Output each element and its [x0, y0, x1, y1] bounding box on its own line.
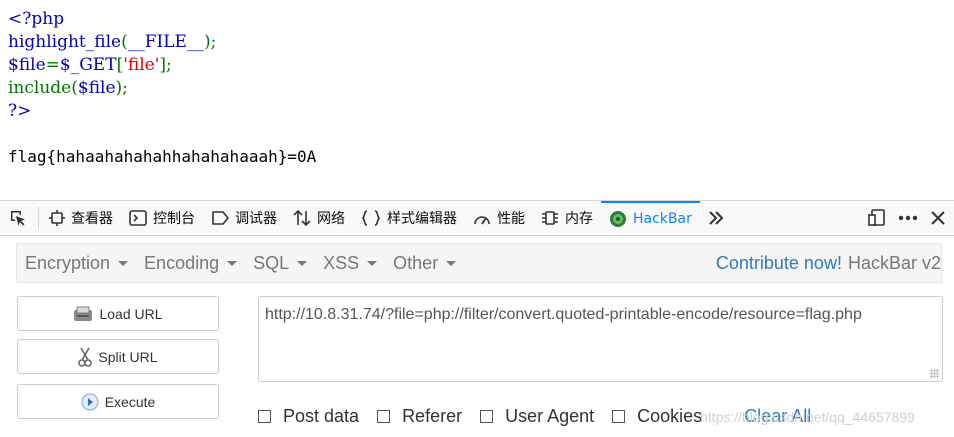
play-icon — [81, 393, 99, 410]
file-key-string: 'file' — [123, 55, 160, 75]
paren: ); — [115, 78, 128, 98]
checkbox-icon — [612, 409, 626, 423]
get-superglobal: $_GET — [59, 55, 117, 75]
option-label: Cookies — [637, 405, 703, 426]
load-url-icon — [74, 306, 93, 321]
file-constant: __FILE__ — [127, 32, 204, 52]
tab-hackbar[interactable]: HackBar — [601, 201, 700, 235]
menu-xss[interactable]: XSS — [315, 244, 385, 282]
option-label: Referer — [402, 405, 463, 426]
post-data-checkbox[interactable]: Post data — [258, 406, 359, 427]
tab-label: 内存 — [565, 211, 593, 227]
performance-icon — [474, 216, 490, 225]
php-source-code: <?php highlight_file(__FILE__); $file=$_… — [8, 8, 216, 123]
menu-other[interactable]: Other — [385, 244, 464, 282]
dock-side-icon[interactable] — [868, 209, 886, 227]
flag-output: flag{hahaahahahahhahahahaaah}=0A — [8, 147, 317, 166]
devtools-window-controls — [868, 201, 954, 235]
button-label: Load URL — [99, 305, 163, 322]
tab-console[interactable]: 控制台 — [121, 201, 203, 235]
caret-down-icon — [297, 260, 308, 266]
tab-style-editor[interactable]: 样式编辑器 — [353, 201, 465, 235]
tab-memory[interactable]: 内存 — [533, 201, 601, 235]
user-agent-checkbox[interactable]: User Agent — [480, 406, 594, 427]
tab-label: 网络 — [317, 211, 345, 227]
button-label: Split URL — [98, 348, 158, 365]
tab-network[interactable]: 网络 — [285, 201, 353, 235]
inspector-icon — [49, 210, 65, 226]
request-options: Post data Referer User Agent Cookies Cle… — [258, 404, 811, 428]
close-icon[interactable] — [930, 210, 946, 226]
tab-debugger[interactable]: 调试器 — [203, 201, 285, 235]
menu-encoding[interactable]: Encoding — [136, 244, 245, 282]
toolbar-divider — [38, 207, 39, 229]
checkbox-icon — [377, 409, 391, 423]
caret-down-icon — [367, 260, 378, 266]
tab-label: 控制台 — [153, 211, 195, 227]
file-variable: $file — [77, 78, 116, 98]
highlight-file-call: highlight_file — [8, 32, 122, 52]
tab-label: 查看器 — [71, 211, 113, 227]
checkbox-icon — [480, 409, 494, 423]
php-open-tag: <?php — [8, 9, 65, 29]
contribute-link[interactable]: Contribute now! — [716, 253, 842, 274]
clear-all-link[interactable]: Clear All — [744, 406, 811, 427]
hackbar-version: HackBar v2 — [847, 252, 941, 273]
url-value: http://10.8.31.74/?file=php://filter/con… — [265, 306, 862, 323]
more-options-icon[interactable] — [898, 215, 918, 221]
tab-performance[interactable]: 性能 — [465, 201, 533, 235]
execute-button[interactable]: Execute — [17, 384, 219, 419]
equals: = — [45, 55, 60, 75]
tab-label: 样式编辑器 — [387, 211, 457, 227]
include-keyword: include — [8, 78, 72, 98]
caret-down-icon — [118, 260, 129, 266]
option-label: Post data — [283, 405, 360, 426]
element-picker-icon — [11, 211, 25, 226]
more-tabs-button[interactable] — [700, 201, 732, 235]
cookies-checkbox[interactable]: Cookies — [612, 406, 702, 427]
network-icon — [293, 210, 311, 226]
menu-label: Encoding — [144, 252, 220, 273]
console-icon — [129, 210, 147, 226]
devtools-toolbar: 查看器 控制台 调试器 网络 样式编辑器 性能 内存 HackBar — [0, 200, 954, 236]
tab-label: HackBar — [633, 211, 692, 227]
caret-down-icon — [446, 260, 457, 266]
element-picker-button[interactable] — [0, 201, 36, 235]
menu-label: XSS — [323, 252, 360, 273]
bracket: ]; — [159, 55, 172, 75]
caret-down-icon — [227, 260, 238, 266]
resize-grip-icon[interactable] — [930, 369, 939, 378]
referer-checkbox[interactable]: Referer — [377, 406, 462, 427]
style-editor-icon — [361, 210, 381, 226]
paren: ( — [121, 32, 128, 52]
paren: ); — [203, 32, 217, 52]
debugger-icon — [212, 211, 229, 225]
option-label: User Agent — [505, 405, 595, 426]
tab-inspector[interactable]: 查看器 — [41, 201, 121, 235]
hackbar-icon — [610, 211, 626, 227]
menu-sql[interactable]: SQL — [245, 244, 315, 282]
menu-label: Other — [393, 252, 439, 273]
paren: ( — [71, 78, 78, 98]
button-label: Execute — [104, 393, 156, 410]
php-close-tag: ?> — [8, 101, 32, 121]
hackbar-menu-bar: Encryption Encoding SQL XSS Other Contri… — [16, 243, 942, 283]
checkbox-icon — [258, 409, 271, 423]
split-url-button[interactable]: Split URL — [17, 339, 219, 374]
double-chevron-right-icon — [709, 211, 724, 225]
url-input[interactable]: http://10.8.31.74/?file=php://filter/con… — [258, 296, 943, 382]
scissors-icon — [78, 347, 93, 367]
memory-icon — [542, 211, 558, 225]
load-url-button[interactable]: Load URL — [17, 296, 219, 331]
menu-label: SQL — [253, 252, 290, 273]
tab-label: 调试器 — [235, 211, 277, 227]
menu-encryption[interactable]: Encryption — [17, 244, 136, 282]
file-variable: $file — [8, 55, 46, 75]
menu-label: Encryption — [25, 252, 111, 273]
hackbar-branding: Contribute now! HackBar v2 — [716, 244, 941, 282]
tab-label: 性能 — [497, 211, 525, 227]
